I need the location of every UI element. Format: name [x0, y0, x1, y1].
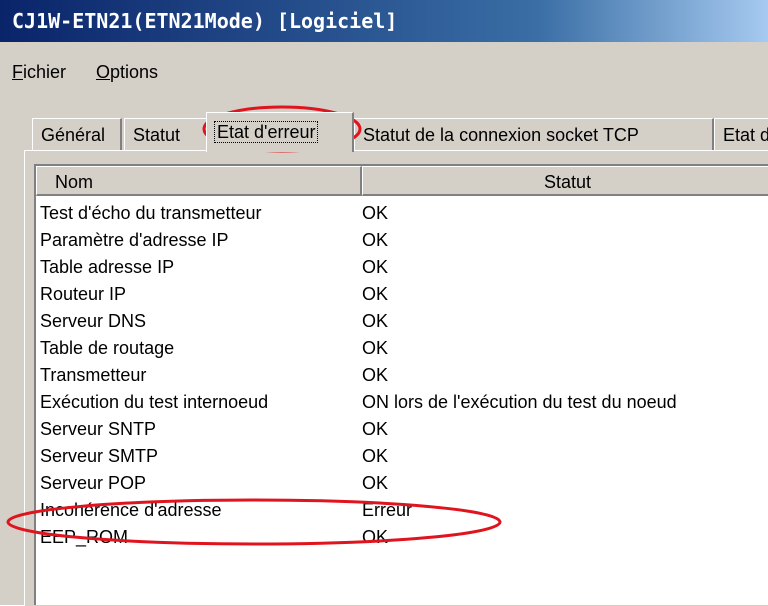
- tab-etat-partial[interactable]: Etat d: [714, 118, 768, 150]
- row-name: Test d'écho du transmetteur: [40, 203, 262, 223]
- menu-options[interactable]: Options: [96, 62, 158, 83]
- menu-options-mnemonic: O: [96, 62, 111, 82]
- row-status: OK: [362, 338, 389, 358]
- row-name: Serveur POP: [40, 473, 147, 493]
- list-row[interactable]: Incohérence d'adresse Erreur: [36, 497, 768, 524]
- row-name: Incohérence d'adresse: [40, 500, 222, 520]
- title-bar[interactable]: CJ1W-ETN21(ETN21Mode) [Logiciel]: [0, 0, 768, 42]
- row-name: Table de routage: [40, 338, 175, 358]
- row-name: Transmetteur: [40, 365, 147, 385]
- row-name: Exécution du test internoeud: [40, 392, 269, 412]
- list-row[interactable]: Serveur POP OK: [36, 470, 768, 497]
- tab-general-label: Général: [41, 125, 106, 145]
- row-status: OK: [362, 230, 389, 250]
- row-name: EEP_ROM: [40, 527, 129, 547]
- tab-statut-label: Statut: [133, 125, 181, 145]
- row-name: Serveur SNTP: [40, 419, 157, 439]
- tab-etat-erreur-label: Etat d'erreur: [213, 121, 319, 143]
- list-row[interactable]: Transmetteur OK: [36, 362, 768, 389]
- tab-general[interactable]: Général: [32, 118, 122, 150]
- window-title: CJ1W-ETN21(ETN21Mode) [Logiciel]: [12, 9, 398, 33]
- tab-statut-connexion-tcp-label: Statut de la connexion socket TCP: [363, 125, 639, 145]
- row-status: OK: [362, 527, 389, 547]
- list-row[interactable]: Paramètre d'adresse IP OK: [36, 227, 768, 254]
- list-row[interactable]: Test d'écho du transmetteur OK: [36, 200, 768, 227]
- tab-statut-connexion-tcp[interactable]: Statut de la connexion socket TCP: [354, 118, 714, 150]
- row-status: OK: [362, 365, 389, 385]
- row-status: OK: [362, 311, 389, 331]
- row-name: Serveur SMTP: [40, 446, 159, 466]
- column-header-statut-label: Statut: [543, 172, 592, 192]
- menu-bar: Fichier Options: [0, 42, 768, 104]
- list-row[interactable]: Table adresse IP OK: [36, 254, 768, 281]
- tab-etat-erreur[interactable]: Etat d'erreur: [206, 112, 354, 152]
- list-row[interactable]: Routeur IP OK: [36, 281, 768, 308]
- row-status: Erreur: [362, 500, 413, 520]
- status-list[interactable]: Nom Statut Test d'écho du transmetteur O…: [34, 164, 768, 605]
- column-header-nom[interactable]: Nom: [36, 166, 362, 196]
- row-status: OK: [362, 419, 389, 439]
- row-status: OK: [362, 446, 389, 466]
- tab-strip: Général Statut Etat d'erreur Statut de l…: [0, 104, 768, 154]
- column-header-statut[interactable]: Statut: [362, 166, 768, 196]
- row-status: OK: [362, 257, 389, 277]
- list-row[interactable]: Table de routage OK: [36, 335, 768, 362]
- list-row[interactable]: Serveur SMTP OK: [36, 443, 768, 470]
- menu-options-label: ptions: [110, 62, 159, 82]
- menu-fichier-mnemonic: F: [12, 62, 23, 82]
- tab-statut[interactable]: Statut: [124, 118, 208, 150]
- menu-fichier-label: ichier: [23, 62, 67, 82]
- column-header-nom-label: Nom: [55, 172, 94, 192]
- row-status: OK: [362, 473, 389, 493]
- row-name: Serveur DNS: [40, 311, 147, 331]
- tab-etat-partial-label: Etat d: [723, 125, 768, 145]
- list-row[interactable]: EEP_ROM OK: [36, 524, 768, 551]
- row-status: OK: [362, 284, 389, 304]
- list-row[interactable]: Serveur SNTP OK: [36, 416, 768, 443]
- row-name: Routeur IP: [40, 284, 127, 304]
- row-status: OK: [362, 203, 389, 223]
- list-row[interactable]: Serveur DNS OK: [36, 308, 768, 335]
- menu-fichier[interactable]: Fichier: [12, 62, 66, 83]
- list-row[interactable]: Exécution du test internoeud ON lors de …: [36, 389, 768, 416]
- row-name: Table adresse IP: [40, 257, 175, 277]
- row-status: ON lors de l'exécution du test du noeud: [362, 392, 677, 412]
- dialog-window: CJ1W-ETN21(ETN21Mode) [Logiciel] Fichier…: [0, 0, 768, 606]
- row-name: Paramètre d'adresse IP: [40, 230, 229, 250]
